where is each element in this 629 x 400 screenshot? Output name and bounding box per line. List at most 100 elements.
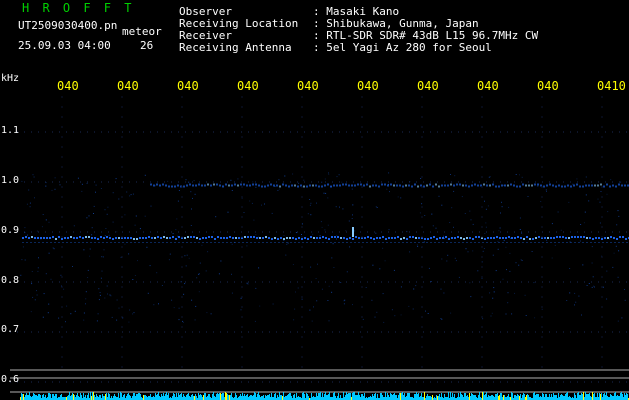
histogram-bar <box>421 393 422 400</box>
noise-pixel <box>508 206 510 208</box>
echo-pixel <box>310 236 312 238</box>
histogram-bar <box>254 392 255 400</box>
noise-pixel <box>610 242 612 243</box>
noise-pixel <box>149 265 151 267</box>
noise-pixel <box>442 242 444 243</box>
echo-pixel <box>153 184 155 187</box>
noise-pixel <box>231 243 233 245</box>
noise-pixel <box>254 242 256 243</box>
echo-pixel <box>288 185 290 188</box>
x-tick-label: 040 <box>57 79 79 93</box>
file-name: UT2509030400.pn <box>18 19 118 32</box>
histogram-bar <box>204 393 205 400</box>
echo-pixel <box>340 237 342 239</box>
noise-pixel <box>153 304 155 306</box>
noise-pixel <box>233 241 235 243</box>
echo-pixel <box>364 237 366 239</box>
histogram-bar <box>581 393 582 400</box>
echo-pixel <box>561 185 563 188</box>
echo-pixel <box>570 185 572 188</box>
echo-pixel <box>433 236 435 238</box>
noise-pixel <box>194 319 196 321</box>
noise-pixel <box>222 185 224 187</box>
noise-pixel <box>96 320 98 322</box>
echo-pixel <box>133 238 135 240</box>
echo-pixel <box>82 237 84 239</box>
echo-pixel <box>73 237 75 239</box>
echo-pixel <box>292 237 294 239</box>
y-tick-label: 1.0 <box>1 175 20 186</box>
noise-pixel <box>324 229 326 231</box>
echo-pixel <box>400 238 402 240</box>
histogram-bar <box>381 393 382 400</box>
noise-pixel <box>490 315 492 317</box>
histogram-bar <box>601 393 602 400</box>
noise-pixel <box>551 257 553 259</box>
noise-pixel <box>477 270 479 272</box>
noise-pixel <box>118 242 120 243</box>
noise-pixel <box>491 312 493 314</box>
echo-pixel <box>100 236 102 238</box>
echo-pixel <box>616 238 618 240</box>
noise-pixel <box>294 242 296 243</box>
echo-pixel <box>165 184 167 187</box>
echo-pixel <box>429 183 431 186</box>
noise-pixel <box>450 242 452 243</box>
histogram-bar <box>537 394 538 400</box>
histogram-bar <box>308 396 309 400</box>
noise-pixel <box>182 320 183 322</box>
noise-pixel <box>310 214 312 216</box>
noise-pixel <box>146 246 148 248</box>
echo-pixel <box>259 237 261 239</box>
histogram-bar <box>108 393 109 400</box>
histogram-bar <box>486 392 487 400</box>
histogram-bar <box>452 393 453 400</box>
echo-pixel <box>417 185 419 188</box>
echo-pixel <box>508 236 510 238</box>
histogram-bar <box>88 393 89 400</box>
echo-pixel <box>435 183 437 186</box>
noise-pixel <box>465 248 467 250</box>
noise-pixel <box>330 242 332 243</box>
histogram-bar <box>504 395 505 400</box>
histogram-bar <box>115 396 116 400</box>
histogram-bar <box>26 393 27 400</box>
histogram-bar <box>458 393 459 400</box>
histogram-bar <box>55 394 56 400</box>
echo-pixel <box>97 238 99 240</box>
x-tick-label: 040 <box>237 79 259 93</box>
echo-pixel <box>513 184 515 187</box>
noise-pixel <box>328 173 330 175</box>
noise-pixel <box>417 245 419 247</box>
noise-pixel <box>331 257 333 259</box>
echo-pixel <box>448 238 450 240</box>
histogram-bar <box>135 396 136 400</box>
noise-pixel <box>292 173 294 175</box>
histogram-bar <box>106 393 107 400</box>
histogram-bar <box>280 395 281 400</box>
noise-pixel <box>177 200 179 202</box>
noise-pixel <box>306 242 308 243</box>
noise-pixel <box>70 313 72 315</box>
noise-pixel <box>34 197 35 199</box>
histogram-bar <box>73 394 74 400</box>
echo-pixel <box>580 236 582 238</box>
noise-pixel <box>505 246 507 248</box>
echo-pixel <box>466 237 468 239</box>
noise-pixel <box>46 242 48 243</box>
histogram-bar <box>179 395 180 400</box>
echo-pixel <box>22 237 24 239</box>
noise-pixel <box>240 297 242 299</box>
echo-pixel <box>337 236 339 238</box>
echo-pixel <box>546 184 548 187</box>
noise-pixel <box>162 242 164 243</box>
noise-pixel <box>74 242 76 243</box>
histogram-bar <box>587 394 588 400</box>
echo-pixel <box>405 184 407 187</box>
echo-pixel <box>136 238 138 240</box>
echo-pixel <box>283 238 285 240</box>
noise-pixel <box>426 242 428 243</box>
echo-pixel <box>148 236 150 238</box>
echo-pixel <box>279 185 281 188</box>
noise-pixel <box>443 292 445 294</box>
